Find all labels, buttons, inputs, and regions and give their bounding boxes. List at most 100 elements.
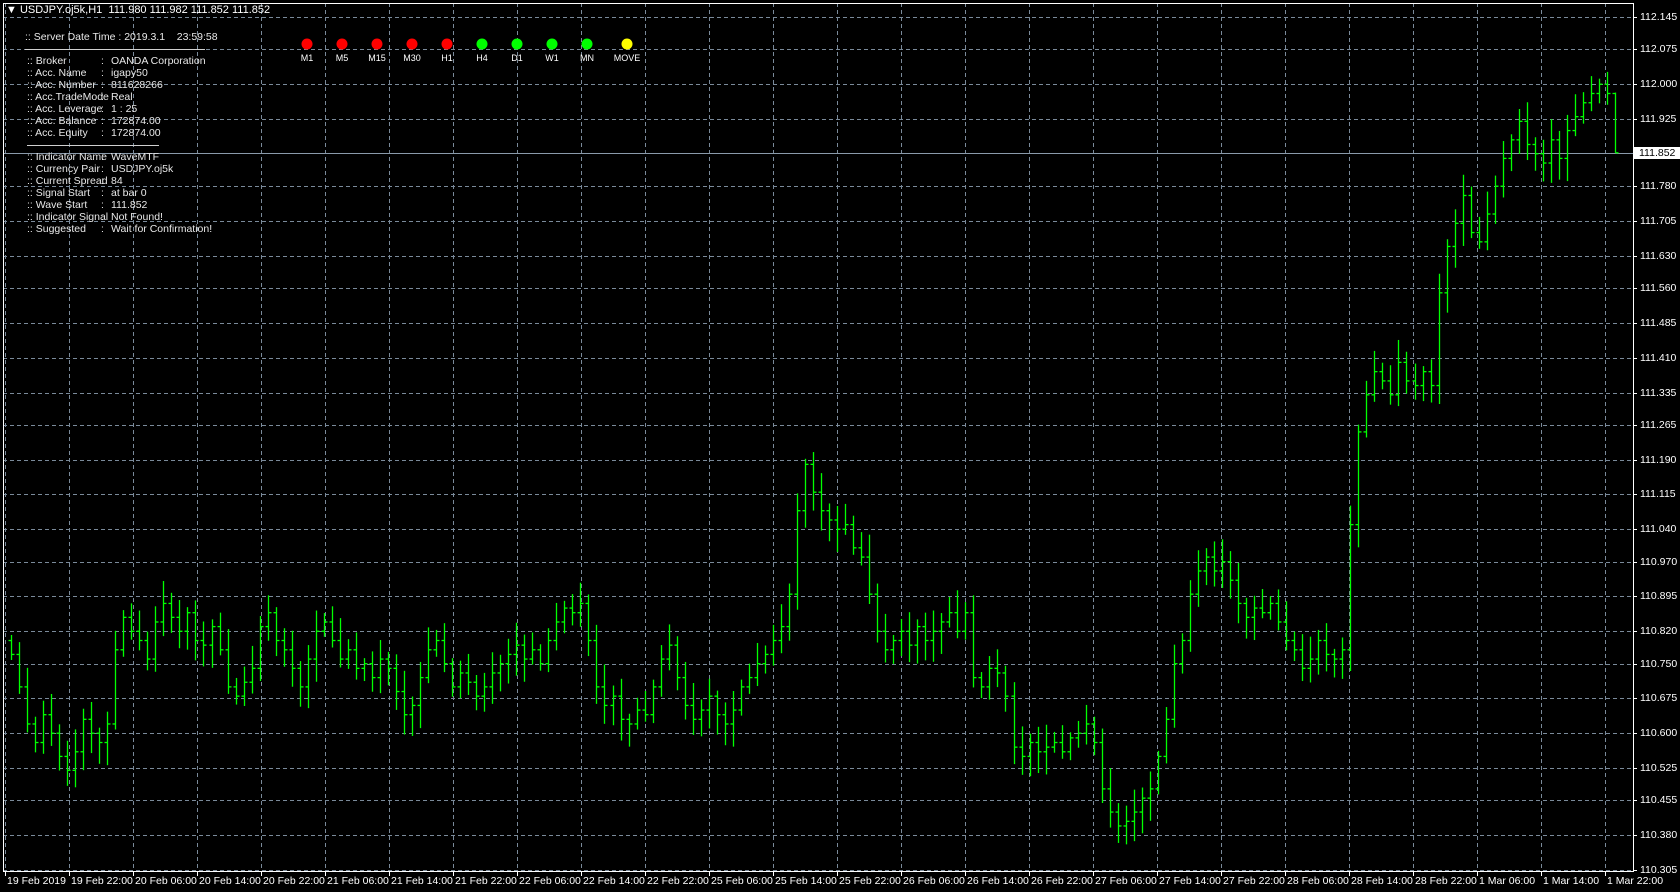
time-tick-label: 27 Feb 22:00	[1223, 875, 1285, 887]
info-colon: :	[101, 187, 104, 199]
info-value: at bar 0	[111, 187, 147, 199]
price-tick-label: 110.675	[1640, 692, 1678, 705]
price-tick-label: 111.040	[1640, 523, 1677, 536]
info-colon: :	[101, 115, 104, 127]
ohlc-readout: 111.980 111.982 111.852 111.852	[108, 4, 271, 16]
info-colon: :	[101, 175, 104, 187]
price-tick-label: 110.820	[1640, 625, 1678, 638]
price-tick-label: 112.075	[1640, 43, 1678, 56]
price-tick-label: 112.000	[1640, 78, 1678, 91]
info-label: :: Acc. Balance	[27, 115, 97, 127]
signal-m15-dot-icon	[371, 38, 383, 50]
info-colon: :	[101, 67, 104, 79]
info-separator	[27, 145, 159, 146]
signal-h1-dot-icon	[441, 38, 453, 50]
signal-move-dot-icon	[621, 38, 633, 50]
info-colon: :	[101, 103, 104, 115]
symbol-timeframe: USDJPY.oj5k,H1	[19, 4, 103, 16]
info-label: :: Current Spread	[27, 175, 108, 187]
signal-m30-dot-icon	[406, 38, 418, 50]
signal-label: M30	[403, 53, 421, 63]
info-colon: :	[101, 127, 104, 139]
price-tick-label: 111.780	[1640, 180, 1677, 193]
info-label: :: Suggested	[27, 223, 86, 235]
info-separator	[25, 49, 205, 50]
info-label: :: Signal Start	[27, 187, 91, 199]
price-tick-label: 111.560	[1640, 282, 1677, 295]
price-tick-label: 111.265	[1640, 418, 1677, 431]
time-tick-label: 20 Feb 14:00	[199, 875, 261, 887]
price-tick-label: 111.925	[1640, 112, 1677, 125]
info-colon: :	[101, 199, 104, 211]
price-tick-label: 111.485	[1640, 316, 1677, 329]
time-tick-label: 20 Feb 22:00	[263, 875, 325, 887]
info-label: :: Acc.TradeMode	[27, 91, 109, 103]
info-label: :: Indicator Name	[27, 151, 107, 163]
info-colon: :	[101, 151, 104, 163]
info-value: OANDA Corporation	[111, 55, 206, 67]
time-tick-label: 28 Feb 14:00	[1351, 875, 1413, 887]
price-tick-label: 110.525	[1640, 762, 1678, 774]
signal-label: MOVE	[613, 53, 641, 63]
signal-label: W1	[545, 53, 559, 63]
time-tick-label: 21 Feb 22:00	[455, 875, 517, 887]
info-label: :: Acc. Name	[27, 67, 87, 79]
chart-frame	[3, 3, 1634, 872]
time-tick-label: 19 Feb 2019	[7, 875, 66, 887]
price-chart[interactable]	[0, 0, 1680, 892]
info-label: :: Acc. Number	[27, 79, 96, 91]
info-value: WaveMTF	[111, 151, 160, 163]
info-colon: :	[101, 91, 104, 103]
info-value: 111.852	[111, 199, 148, 211]
info-colon: :	[101, 223, 104, 235]
signal-m5-dot-icon	[336, 38, 348, 50]
time-tick-label: 21 Feb 14:00	[391, 875, 453, 887]
info-value: 811628266	[111, 79, 163, 91]
price-tick-label: 111.410	[1640, 351, 1677, 364]
time-tick-label: 26 Feb 06:00	[903, 875, 965, 887]
info-value: Not Found!	[111, 211, 163, 223]
signal-w1-dot-icon	[546, 38, 558, 50]
info-value: Real	[111, 91, 133, 103]
info-value: 1 : 25	[111, 103, 138, 115]
info-colon: :	[101, 163, 104, 175]
price-tick-label: 112.145	[1640, 11, 1678, 23]
signal-label: D1	[511, 53, 523, 63]
signal-label: H4	[476, 53, 488, 63]
collapse-triangle-icon[interactable]: ▼	[6, 4, 20, 16]
price-tick-label: 111.190	[1640, 453, 1677, 466]
info-label: :: Acc. Equity	[27, 127, 88, 139]
price-tick-label: 110.895	[1640, 590, 1678, 603]
info-value: Wait for Confirmation!	[111, 223, 213, 235]
price-tick-label: 110.970	[1640, 555, 1678, 568]
info-colon: :	[101, 55, 104, 67]
time-tick-label: 27 Feb 14:00	[1159, 875, 1221, 887]
time-tick-label: 1 Mar 14:00	[1543, 875, 1600, 887]
time-tick-label: 19 Feb 22:00	[71, 875, 133, 887]
time-tick-label: 28 Feb 22:00	[1415, 875, 1477, 887]
info-label: :: Broker	[27, 55, 67, 67]
info-label: :: Wave Start	[27, 199, 88, 211]
time-tick-label: 25 Feb 14:00	[775, 875, 837, 887]
price-tick-label: 111.705	[1640, 214, 1677, 227]
current-price-label: 111.852	[1634, 146, 1680, 159]
time-tick-label: 27 Feb 06:00	[1095, 875, 1157, 887]
time-tick-label: 21 Feb 06:00	[327, 875, 389, 887]
signal-d1-dot-icon	[511, 38, 523, 50]
price-tick-label: 111.630	[1640, 249, 1677, 262]
time-tick-label: 26 Feb 22:00	[1031, 875, 1093, 887]
signal-label: M15	[368, 53, 386, 63]
time-tick-label: 25 Feb 06:00	[711, 875, 773, 887]
time-tick-label: 20 Feb 06:00	[135, 875, 197, 887]
price-tick-label: 110.380	[1640, 829, 1678, 842]
price-tick-label: 110.455	[1640, 794, 1678, 807]
info-label: :: Acc. Leverage	[27, 103, 103, 115]
info-colon: :	[101, 211, 104, 223]
time-tick-label: 22 Feb 14:00	[583, 875, 645, 887]
info-value: igapy50	[111, 67, 148, 79]
signal-h4-dot-icon	[476, 38, 488, 50]
time-tick-label: 25 Feb 22:00	[839, 875, 901, 887]
price-tick-label: 110.750	[1640, 657, 1678, 670]
price-tick-label: 111.115	[1640, 488, 1676, 501]
info-value: 172874.00	[111, 115, 161, 127]
